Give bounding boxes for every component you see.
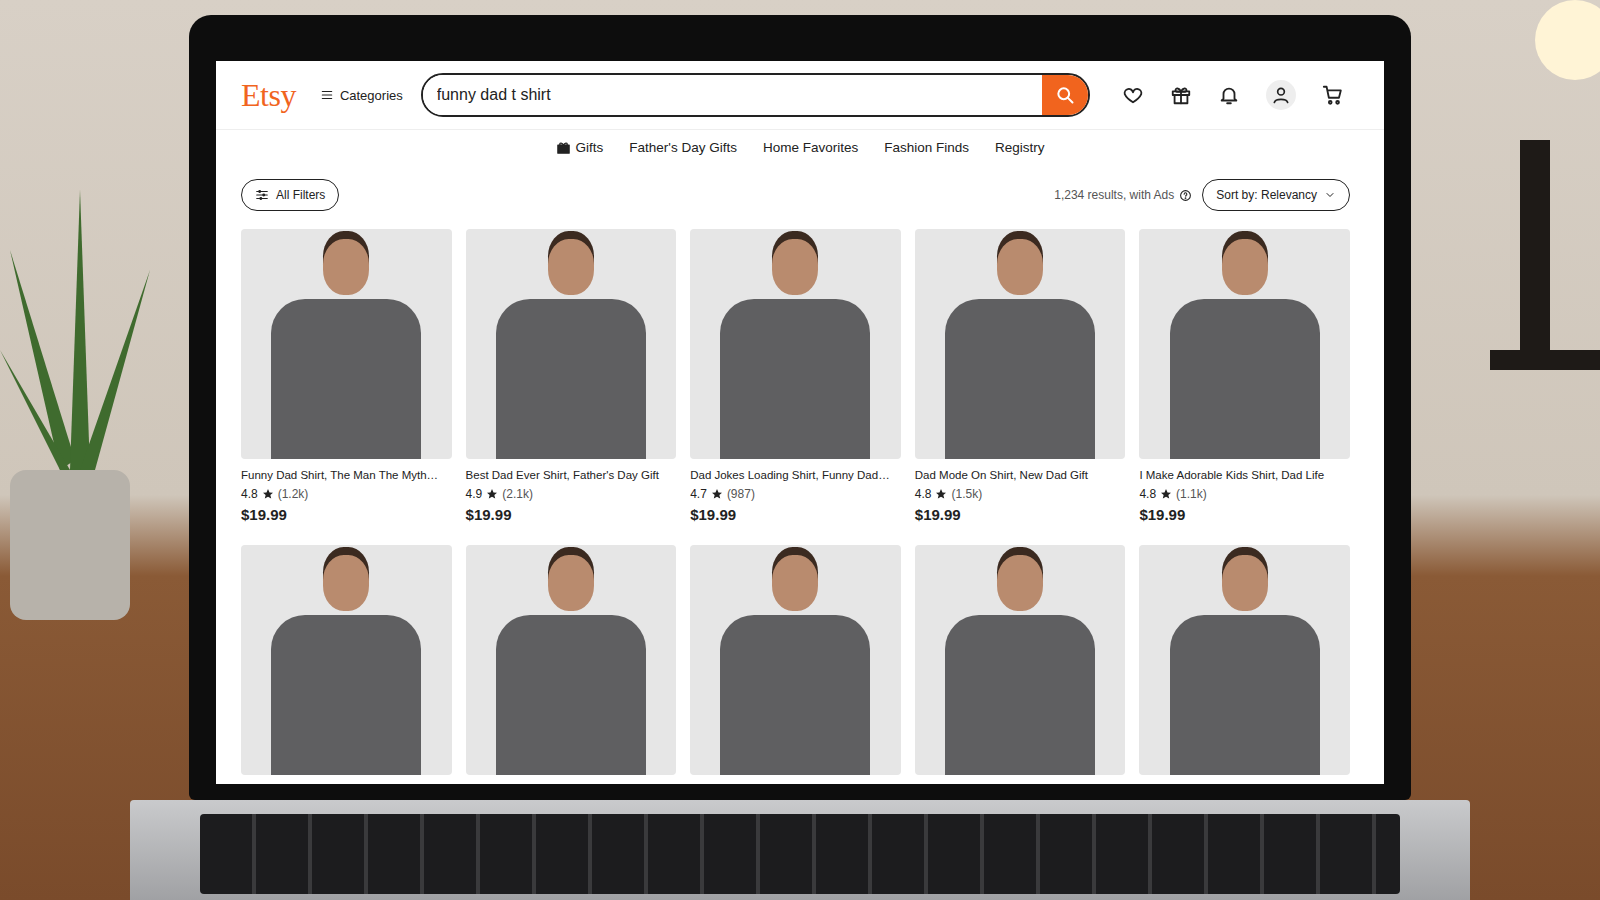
etsy-logo[interactable]: Etsy [241,77,302,114]
results-toolbar: All Filters 1,234 results, with Ads Sort b… [216,167,1384,211]
listing-photo[interactable] [915,229,1126,459]
listing-rating: 4.7 (987) [690,487,901,501]
nav-item[interactable]: Fashion Finds [884,140,969,155]
categories-label[interactable]: Categories [340,88,403,103]
chevron-down-icon[interactable] [1324,189,1336,201]
search-input[interactable] [423,75,1042,115]
listing-card[interactable] [466,545,677,775]
listing-card[interactable]: I Make Adorable Kids Shirt, Dad Life 4.8 (… [1139,229,1350,523]
rating-value: 4.8 [241,487,258,501]
laptop-keyboard [130,800,1470,900]
nav-label[interactable]: Gifts [576,140,604,155]
listing-title[interactable]: Dad Mode On Shirt, New Dad Gift [915,468,1126,483]
heart-icon[interactable] [1122,84,1144,106]
listing-photo[interactable] [1139,545,1350,775]
account-button[interactable] [1266,80,1296,110]
search-icon[interactable] [1055,85,1075,105]
listing-card[interactable]: Dad Mode On Shirt, New Dad Gift 4.8 (1.5k)… [915,229,1126,523]
listing-photo[interactable] [466,229,677,459]
review-count: (2.1k) [502,487,533,501]
nav-label[interactable]: Home Favorites [763,140,858,155]
star-icon [486,488,498,500]
listing-photo[interactable] [915,545,1126,775]
nav-item[interactable]: Father's Day Gifts [629,140,737,155]
review-count: (1.5k) [951,487,982,501]
listing-card[interactable]: Dad Jokes Loading Shirt, Funny Dad… 4.7 (9… [690,229,901,523]
bell-icon[interactable] [1218,84,1240,106]
category-nav: Gifts Father's Day Gifts Home Favorites Fas… [216,130,1384,167]
search-bar[interactable] [421,73,1090,117]
sort-dropdown[interactable]: Sort by: Relevancy [1202,179,1350,211]
nav-label[interactable]: Fashion Finds [884,140,969,155]
listing-card[interactable] [241,545,452,775]
listing-title[interactable]: Funny Dad Shirt, The Man The Myth… [241,468,452,483]
browser-screen: Etsy Categories Gifts Father's Day Gifts Hom… [216,61,1384,784]
rating-value: 4.8 [1139,487,1156,501]
rating-value: 4.8 [915,487,932,501]
rating-value: 4.9 [466,487,483,501]
results-area: 1,234 results, with Ads Sort by: Relevanc… [1054,179,1350,211]
listing-price: $19.99 [1139,506,1350,523]
all-filters-button[interactable]: All Filters [241,179,339,211]
listing-grid: Funny Dad Shirt, The Man The Myth… 4.8 (1.… [216,211,1384,775]
review-count: (1.1k) [1176,487,1207,501]
listing-card[interactable]: Funny Dad Shirt, The Man The Myth… 4.8 (1.… [241,229,452,523]
listing-photo[interactable] [690,229,901,459]
filter-icon[interactable] [255,188,269,202]
filters-label[interactable]: All Filters [276,188,325,202]
star-icon [935,488,947,500]
listing-card[interactable] [1139,545,1350,775]
listing-photo[interactable] [1139,229,1350,459]
menu-icon[interactable] [320,88,334,102]
user-icon[interactable] [1271,85,1291,105]
listing-rating: 4.9 (2.1k) [466,487,677,501]
listing-title[interactable]: Dad Jokes Loading Shirt, Funny Dad… [690,468,901,483]
listing-photo[interactable] [241,545,452,775]
listing-price: $19.99 [466,506,677,523]
listing-rating: 4.8 (1.5k) [915,487,1126,501]
cart-icon[interactable] [1322,84,1344,106]
search-button[interactable] [1042,75,1088,115]
nav-item[interactable]: Gifts [556,140,604,155]
header-icons [1122,80,1344,110]
gift-icon[interactable] [1170,84,1192,106]
gift-icon[interactable] [556,140,571,155]
categories-button[interactable]: Categories [320,88,403,103]
sort-label[interactable]: Sort by: Relevancy [1216,188,1317,202]
rating-value: 4.7 [690,487,707,501]
nav-label[interactable]: Father's Day Gifts [629,140,737,155]
listing-rating: 4.8 (1.1k) [1139,487,1350,501]
results-text: 1,234 results, with Ads [1054,188,1174,202]
plant-photo [0,170,170,640]
star-icon [262,488,274,500]
listing-title[interactable]: I Make Adorable Kids Shirt, Dad Life [1139,468,1350,483]
laptop: Etsy Categories Gifts Father's Day Gifts Hom… [130,15,1470,900]
listing-card[interactable]: Best Dad Ever Shirt, Father's Day Gift 4.… [466,229,677,523]
lamp-photo [1400,0,1600,420]
listing-price: $19.99 [690,506,901,523]
nav-label[interactable]: Registry [995,140,1045,155]
listing-price: $19.99 [915,506,1126,523]
listing-title[interactable]: Best Dad Ever Shirt, Father's Day Gift [466,468,677,483]
info-icon[interactable] [1179,189,1192,202]
listing-photo[interactable] [241,229,452,459]
star-icon [1160,488,1172,500]
results-count: 1,234 results, with Ads [1054,188,1192,202]
review-count: (987) [727,487,755,501]
listing-rating: 4.8 (1.2k) [241,487,452,501]
listing-card[interactable] [915,545,1126,775]
listing-photo[interactable] [466,545,677,775]
review-count: (1.2k) [278,487,309,501]
listing-price: $19.99 [241,506,452,523]
nav-item[interactable]: Home Favorites [763,140,858,155]
nav-item[interactable]: Registry [995,140,1045,155]
star-icon [711,488,723,500]
top-header: Etsy Categories [216,61,1384,130]
listing-card[interactable] [690,545,901,775]
listing-photo[interactable] [690,545,901,775]
